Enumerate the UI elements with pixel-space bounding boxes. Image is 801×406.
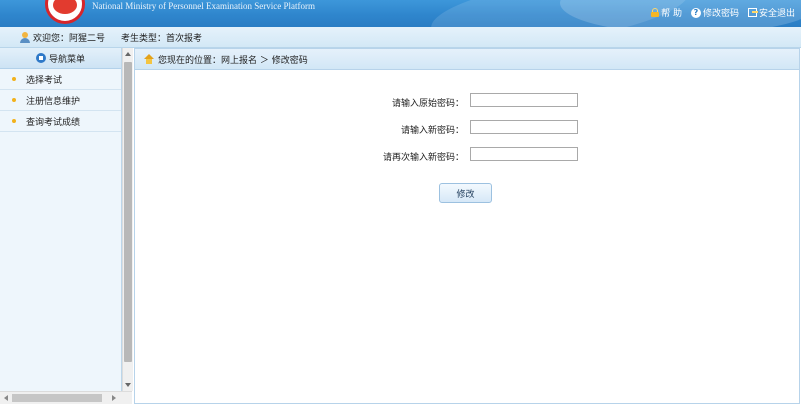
top-links: 帮 助 ? 修改密码 安全退出 [651,6,795,19]
logout-link[interactable]: 安全退出 [747,6,795,19]
sidebar-item-label: 注册信息维护 [26,96,81,107]
breadcrumb-text: 您现在的位置：网上报名 ＞ 修改密码 [158,55,308,66]
help-link[interactable]: 帮 助 [651,6,682,19]
exam-type-text: 考生类型：首次报考 [121,33,203,44]
sidebar-item-select-exam[interactable]: 选择考试 [0,69,121,90]
exit-icon [747,8,758,17]
question-icon: ? [690,7,701,18]
home-icon [144,54,154,64]
old-password-label: 请输入原始密码： [391,99,464,109]
main-content: 您现在的位置：网上报名 ＞ 修改密码 请输入原始密码： 请输入新密码： 请再次输… [134,48,800,404]
scroll-down-icon[interactable] [125,383,131,387]
lock-icon [651,8,660,17]
platform-subtitle: National Ministry of Personnel Examinati… [92,1,315,11]
help-link-label: 帮 助 [661,9,682,19]
breadcrumb: 您现在的位置：网上报名 ＞ 修改密码 [135,49,799,70]
sidebar-item-registration-info[interactable]: 注册信息维护 [0,90,121,111]
menu-icon [35,53,46,63]
sidebar-vertical-scrollbar[interactable] [122,48,133,391]
change-password-link[interactable]: ? 修改密码 [690,6,739,19]
nav-menu-header: 导航菜单 [0,48,121,69]
user-icon [20,31,30,43]
bullet-icon [12,98,16,102]
scroll-left-icon[interactable] [4,395,8,401]
sidebar: 导航菜单 选择考试 注册信息维护 查询考试成绩 [0,48,122,391]
scroll-thumb[interactable] [124,62,132,362]
new-password-label: 请输入新密码： [400,126,464,136]
header-banner: National Ministry of Personnel Examinati… [0,0,801,27]
sidebar-horizontal-scrollbar[interactable] [0,391,132,404]
welcome-text: 欢迎您：阿猩二号 [33,33,106,44]
change-password-link-label: 修改密码 [702,9,739,19]
sidebar-item-label: 选择考试 [26,75,63,86]
sidebar-item-exam-scores[interactable]: 查询考试成绩 [0,111,121,132]
confirm-password-label: 请再次输入新密码： [382,153,464,163]
sidebar-item-label: 查询考试成绩 [26,117,81,128]
new-password-input[interactable] [470,120,578,134]
nav-menu-title: 导航菜单 [48,54,85,65]
logout-link-label: 安全退出 [758,9,795,19]
scroll-up-icon[interactable] [125,52,131,56]
user-info-bar: 欢迎您：阿猩二号 考生类型：首次报考 [0,27,801,48]
old-password-input[interactable] [470,93,578,107]
scroll-thumb[interactable] [12,394,102,402]
confirm-password-input[interactable] [470,147,578,161]
bullet-icon [12,77,16,81]
scroll-right-icon[interactable] [112,395,116,401]
logo-icon [45,0,85,24]
submit-button[interactable]: 修改 [439,183,492,203]
bullet-icon [12,119,16,123]
